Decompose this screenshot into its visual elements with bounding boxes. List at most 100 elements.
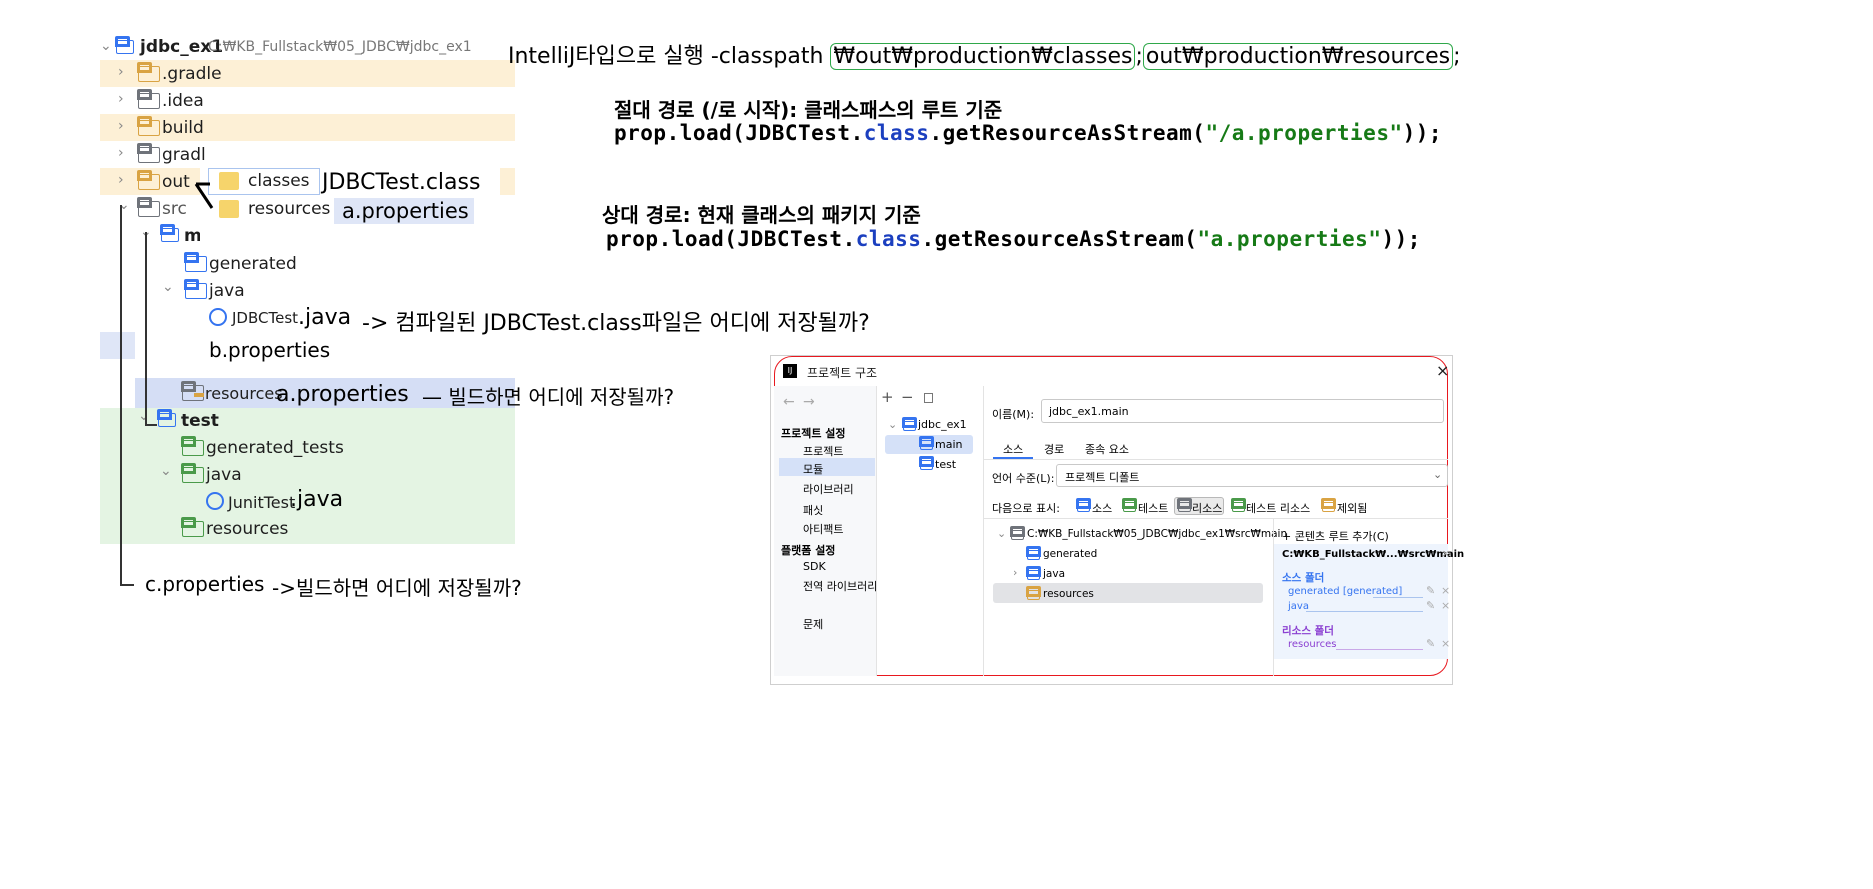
chevron-down-icon[interactable]: ⌄	[138, 408, 150, 424]
tree-item-jdbctest[interactable]: JDBCTest	[232, 309, 298, 327]
tests-folder-icon	[1122, 498, 1138, 512]
chevron-down-icon[interactable]: ⌄	[997, 527, 1006, 540]
tree-item-junittest[interactable]: JunitTest	[228, 493, 295, 512]
module-tree-divider	[876, 386, 877, 676]
chevron-down-icon[interactable]: ⌄	[100, 38, 112, 54]
nav-item-artifacts[interactable]: 아티팩트	[803, 521, 843, 537]
add-icon[interactable]: +	[881, 388, 894, 406]
tree-item-test-resources[interactable]: resources	[206, 519, 288, 539]
mark-as-test-resources[interactable]: 테스트 리소스	[1246, 500, 1310, 516]
generated-folder-icon	[1026, 546, 1042, 560]
module-icon	[919, 456, 935, 470]
tree-item-test[interactable]: test	[181, 411, 219, 431]
tree-item-src[interactable]: src	[162, 199, 187, 219]
back-arrow-icon[interactable]: ←	[783, 394, 795, 410]
tree-item-build[interactable]: build	[162, 118, 204, 138]
chevron-right-icon[interactable]: ›	[118, 145, 124, 161]
copy-icon[interactable]	[924, 393, 933, 403]
mark-as-excluded[interactable]: 제외됨	[1337, 500, 1367, 516]
folder-icon	[137, 89, 160, 109]
class-icon	[209, 308, 227, 326]
excluded-folder-icon	[1321, 498, 1337, 512]
chevron-down-icon[interactable]: ⌄	[1433, 468, 1442, 481]
note-java-suffix: .java	[298, 305, 352, 330]
module-tree-test[interactable]: test	[935, 458, 956, 471]
underline	[1306, 611, 1423, 612]
tree-item-java[interactable]: java	[209, 281, 245, 301]
connector-line	[145, 232, 147, 424]
edit-icon[interactable]: ✎	[1426, 637, 1435, 650]
note-b-properties: b.properties	[209, 338, 331, 362]
content-tree-resources[interactable]: resources	[1043, 588, 1094, 600]
content-tree-java[interactable]: java	[1043, 568, 1065, 580]
tab-paths[interactable]: 경로	[1044, 441, 1064, 457]
note-c-question: ->빌드하면 어디에 저장될까?	[272, 576, 522, 600]
tab-sources[interactable]: 소스	[1003, 441, 1023, 457]
close-icon[interactable]: ×	[1436, 361, 1449, 380]
remove-folder-icon[interactable]: ×	[1441, 637, 1450, 650]
tree-item-gradle[interactable]: gradl	[162, 145, 206, 165]
code-text: .getResourceAsStream(	[929, 121, 1206, 145]
nav-item-libraries[interactable]: 라이브러리	[803, 481, 854, 497]
chevron-down-icon[interactable]: ⌄	[888, 418, 897, 431]
close-icon[interactable]: ×	[1441, 547, 1450, 560]
folder-icon	[137, 143, 160, 163]
module-folder-icon	[115, 36, 134, 54]
code-text: ));	[1402, 121, 1443, 145]
tree-item-test-java[interactable]: java	[206, 465, 242, 485]
module-tree-main[interactable]: main	[935, 438, 962, 451]
code-text: prop.load(JDBCTest.	[606, 227, 856, 251]
chevron-right-icon[interactable]: ›	[118, 172, 124, 188]
module-folder-icon	[157, 409, 176, 427]
code-keyword: class	[855, 227, 922, 251]
chevron-down-icon[interactable]: ⌄	[162, 279, 174, 295]
nav-item-global-libraries[interactable]: 전역 라이브러리	[803, 578, 877, 594]
edit-icon[interactable]: ✎	[1426, 599, 1435, 612]
remove-folder-icon[interactable]: ×	[1441, 584, 1450, 597]
chevron-down-icon[interactable]: ⌄	[160, 463, 172, 479]
remove-folder-icon[interactable]: ×	[1441, 599, 1450, 612]
java-folder-icon	[1026, 566, 1042, 580]
chevron-right-icon[interactable]: ›	[118, 118, 124, 134]
folder-icon	[137, 170, 160, 190]
nav-item-project[interactable]: 프로젝트	[803, 443, 843, 459]
tree-item-idea[interactable]: .idea	[162, 91, 204, 111]
source-folder-generated[interactable]: generated [generated]	[1288, 586, 1402, 597]
note-junit-suffix: .java	[290, 487, 344, 512]
edit-icon[interactable]: ✎	[1426, 584, 1435, 597]
nav-selected-bg	[779, 458, 875, 476]
note-resources-question: — 빌드하면 어디에 저장될까?	[422, 385, 675, 409]
content-tree-generated[interactable]: generated	[1043, 548, 1097, 560]
mark-as-tests[interactable]: 테스트	[1138, 500, 1168, 516]
mark-as-resources[interactable]: 리소스	[1192, 500, 1222, 516]
tree-item-generated-tests[interactable]: generated_tests	[206, 438, 344, 458]
tree-item-resources[interactable]: resources	[205, 384, 283, 403]
classpath-part1: ₩out₩production₩classes	[830, 43, 1136, 70]
popup-classes[interactable]: classes	[248, 171, 310, 191]
nav-item-facets[interactable]: 패싯	[803, 502, 823, 518]
sources-folder-icon	[1076, 498, 1092, 512]
resource-folder-resources[interactable]: resources	[1288, 639, 1336, 650]
add-content-root-button[interactable]: + 콘텐츠 루트 추가(C)	[1282, 528, 1389, 544]
module-icon	[919, 436, 935, 450]
mark-as-sources[interactable]: 소스	[1092, 500, 1112, 516]
chevron-right-icon[interactable]: ›	[118, 64, 124, 80]
right-panel-root-path: C:₩KB_Fullstack₩...₩src₩main	[1282, 549, 1465, 560]
popup-resources[interactable]: resources	[248, 199, 330, 219]
tree-item-generated[interactable]: generated	[209, 254, 297, 274]
nav-item-problems[interactable]: 문제	[803, 616, 823, 632]
forward-arrow-icon[interactable]: →	[803, 394, 815, 410]
module-tree-root[interactable]: jdbc_ex1	[918, 418, 967, 431]
tree-item-gradle-dot[interactable]: .gradle	[162, 64, 222, 84]
connector-line	[120, 205, 122, 585]
content-tree-root[interactable]: C:₩KB_Fullstack₩05_JDBC₩jdbc_ex1₩src₩mai…	[1027, 528, 1287, 540]
folder-icon	[137, 116, 160, 136]
remove-icon[interactable]: −	[901, 388, 914, 406]
tree-item-out[interactable]: out	[162, 172, 190, 192]
classpath-end: ;	[1453, 44, 1461, 69]
nav-item-modules[interactable]: 모듈	[803, 461, 823, 477]
chevron-right-icon[interactable]: ›	[1013, 566, 1017, 579]
nav-item-sdk[interactable]: SDK	[803, 560, 826, 573]
tab-dependencies[interactable]: 종속 요소	[1085, 441, 1129, 457]
chevron-right-icon[interactable]: ›	[118, 91, 124, 107]
